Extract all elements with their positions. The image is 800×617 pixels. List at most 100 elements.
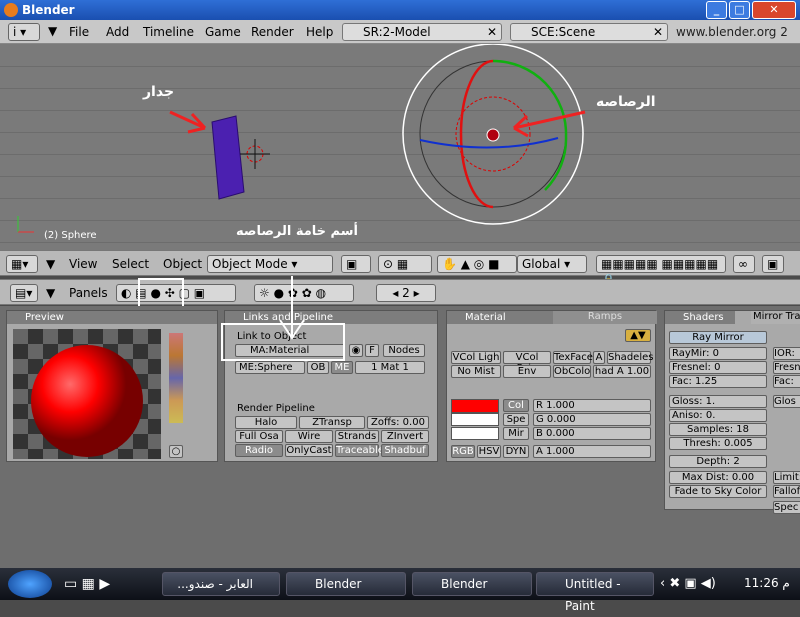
halo-button[interactable]: Halo [235, 416, 297, 429]
ior-field[interactable]: IOR: [773, 347, 800, 360]
shad-alpha-field[interactable]: had A 1.00 [593, 365, 651, 378]
max-dist-field[interactable]: Max Dist: 0.00 [669, 471, 767, 484]
menu-timeline[interactable]: Timeline [143, 25, 194, 39]
blue-slider[interactable]: B 0.000 [533, 427, 651, 440]
fac-transp-field[interactable]: Fac: [773, 375, 800, 388]
zinvert-button[interactable]: ZInvert [381, 430, 429, 443]
ob-button[interactable]: OB [307, 361, 329, 374]
fresnel-transp-field[interactable]: Fresn [773, 361, 800, 374]
panel-arrows-icon[interactable]: ▲▼ [625, 329, 651, 342]
maximize-button[interactable]: □ [729, 1, 750, 19]
shaders-tab[interactable]: Shaders [665, 311, 735, 324]
taskbar-paint[interactable]: Untitled - Paint [536, 572, 654, 613]
menu-view[interactable]: View [69, 257, 97, 271]
mesh-name-field[interactable]: ME:Sphere [235, 361, 305, 374]
close-button[interactable]: ✕ [752, 1, 796, 19]
texface-alpha-button[interactable]: A [593, 351, 605, 364]
thresh-field[interactable]: Thresh: 0.005 [669, 437, 767, 450]
mat-index-field[interactable]: 1 Mat 1 [355, 361, 425, 374]
vcol-paint-button[interactable]: VCol Pain [503, 351, 551, 374]
draw-type-icon[interactable]: ▣ [341, 255, 371, 273]
wire-button[interactable]: Wire [285, 430, 333, 443]
raymir-slider[interactable]: RayMir: 0 [669, 347, 767, 360]
traceable-button[interactable]: Traceable [335, 444, 384, 457]
pivot-icon[interactable]: ⊙ ▦ [378, 255, 432, 273]
aniso-slider[interactable]: Aniso: 0. [669, 409, 767, 422]
f-button[interactable]: F [365, 344, 379, 357]
obcolor-button[interactable]: ObColo [553, 365, 591, 378]
mode-selector[interactable]: Object Mode ▾ [207, 255, 333, 273]
mirror-transp-tab[interactable]: Mirror Tra [751, 311, 800, 324]
fresnel-slider[interactable]: Fresnel: 0 [669, 361, 767, 374]
quicklaunch-icons[interactable]: ▭ ▦ ▶ [64, 576, 110, 592]
frame-counter[interactable]: ◂ 2 ▸ [376, 284, 436, 302]
color-swatch[interactable] [451, 399, 499, 413]
scene-selector[interactable]: SCE:Scene ✕ [510, 23, 668, 41]
col-button[interactable]: Col [503, 399, 529, 412]
menu-object[interactable]: Object [163, 257, 202, 271]
preview-refresh-icon[interactable]: ○ [169, 445, 183, 458]
collapse-menu-icon[interactable]: ▼ [48, 24, 57, 38]
info-window-icon[interactable]: i ▾ [8, 23, 40, 41]
buttons-editor-icon[interactable]: ▤▾ [10, 284, 38, 302]
shadeless-button[interactable]: Shadeles [607, 351, 653, 364]
ramps-tab[interactable]: Ramps [553, 311, 657, 324]
zoffs-field[interactable]: Zoffs: 0.00 [367, 416, 429, 429]
gloss-slider[interactable]: Gloss: 1. [669, 395, 767, 408]
tray-icons[interactable]: ‹ ✖ ▣ ◀) [660, 576, 716, 591]
menu-render[interactable]: Render [251, 25, 294, 39]
green-slider[interactable]: G 0.000 [533, 413, 651, 426]
ray-mirror-button[interactable]: Ray Mirror [669, 331, 767, 344]
scene-delete-icon[interactable]: ✕ [653, 24, 663, 40]
menu-game[interactable]: Game [205, 25, 241, 39]
start-button[interactable] [8, 570, 52, 598]
preview-type-buttons[interactable] [169, 333, 183, 423]
screen-delete-icon[interactable]: ✕ [487, 24, 497, 40]
samples-field[interactable]: Samples: 18 [669, 423, 767, 436]
spe-button[interactable]: Spe [503, 413, 529, 426]
render-icon[interactable]: ▣ [762, 255, 784, 273]
me-button[interactable]: ME [331, 361, 353, 374]
screen-selector[interactable]: SR:2-Model ✕ [342, 23, 502, 41]
fullosa-button[interactable]: Full Osa [235, 430, 283, 443]
link-icon[interactable]: ∞ [733, 255, 755, 273]
limit-field[interactable]: Limit: [773, 471, 800, 484]
alpha-slider[interactable]: A 1.000 [533, 445, 651, 458]
depth-field[interactable]: Depth: 2 [669, 455, 767, 468]
minimize-button[interactable]: _ [706, 1, 727, 19]
fac-slider[interactable]: Fac: 1.25 [669, 375, 767, 388]
menu-add[interactable]: Add [106, 25, 129, 39]
radio-button[interactable]: Radio [235, 444, 283, 457]
taskbar-blender-1[interactable]: Blender [286, 572, 406, 596]
shadbuf-button[interactable]: Shadbuf [381, 444, 429, 457]
material-tab[interactable]: Material [447, 311, 553, 324]
spec-swatch[interactable] [451, 413, 499, 426]
taskbar-blender-2[interactable]: Blender [412, 572, 532, 596]
taskbar-ie[interactable]: العابر - صندو... [162, 572, 280, 596]
fake-user-icon[interactable]: ◉ [349, 344, 363, 357]
layer-buttons[interactable]: ▦▦▦▦▦ ▦▦▦▦▦ 🔒 [596, 255, 726, 287]
gloss-transp-field[interactable]: Glos [773, 395, 800, 408]
fade-selector[interactable]: Fade to Sky Color [669, 485, 767, 498]
no-mist-button[interactable]: No Mist [451, 365, 501, 378]
red-slider[interactable]: R 1.000 [533, 399, 651, 412]
mir-swatch[interactable] [451, 427, 499, 440]
collapse-header-icon[interactable]: ▼ [46, 257, 55, 271]
strands-button[interactable]: Strands [335, 430, 379, 443]
mir-button[interactable]: Mir [503, 427, 529, 440]
env-button[interactable]: Env [503, 365, 551, 378]
collapse-buttons-icon[interactable]: ▼ [46, 286, 55, 300]
onlycast-button[interactable]: OnlyCast [285, 444, 333, 457]
spec-field[interactable]: Spec [773, 501, 800, 514]
ztransp-button[interactable]: ZTransp [299, 416, 365, 429]
menu-file[interactable]: File [69, 25, 89, 39]
texface-button[interactable]: TexFace [553, 351, 593, 364]
3d-viewport[interactable]: جدار الرصاصه أسم خامة الرصاصه (2) Sphere [0, 44, 800, 250]
menu-help[interactable]: Help [306, 25, 333, 39]
dyn-button[interactable]: DYN [503, 445, 529, 458]
hsv-button[interactable]: HSV [477, 445, 501, 458]
falloff-field[interactable]: Fallof [773, 485, 800, 498]
menu-select[interactable]: Select [112, 257, 149, 271]
rgb-button[interactable]: RGB [451, 445, 475, 458]
manipulator-icons[interactable]: ✋ ▲ ◎ ■ [437, 255, 517, 273]
